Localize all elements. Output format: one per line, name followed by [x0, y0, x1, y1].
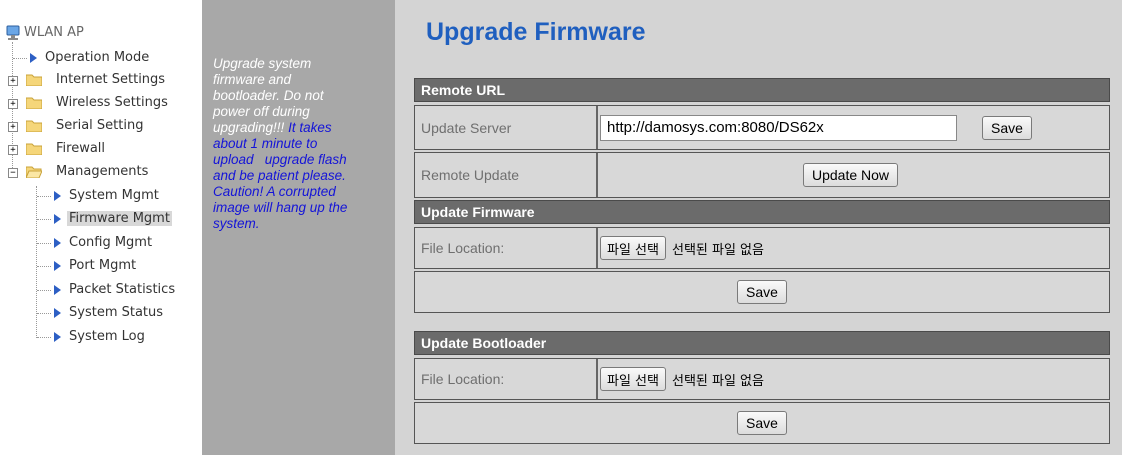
firmware-save-row: Save — [414, 271, 1110, 313]
sidebar-item-managements[interactable]: Managements — [54, 162, 150, 182]
page-arrow-icon — [54, 214, 61, 224]
tree-root-wlan-ap[interactable]: WLAN AP — [22, 23, 86, 43]
network-computer-icon — [6, 25, 20, 40]
bootloader-no-file-text: 선택된 파일 없음 — [671, 373, 764, 389]
help-line: firmware and — [213, 72, 292, 87]
folder-icon — [26, 97, 42, 109]
tree-connector — [37, 266, 51, 267]
update-firmware-header: Update Firmware — [414, 200, 1110, 224]
folder-open-icon — [26, 166, 42, 178]
update-server-input[interactable] — [600, 114, 957, 141]
tree-connector — [36, 186, 37, 338]
tree-connector — [37, 219, 51, 220]
firmware-file-row: File Location: 파일 선택 선택된 파일 없음 — [414, 227, 1110, 269]
save-server-button[interactable]: Save — [982, 115, 1032, 140]
sidebar-item-wireless-settings[interactable]: Wireless Settings — [54, 93, 170, 113]
help-line: Upgrade system — [213, 56, 312, 71]
help-panel: Upgrade system firmware and bootloader. … — [202, 0, 395, 455]
remote-update-controls: Update Now — [592, 153, 1109, 197]
remote-update-row: Remote Update Update Now — [414, 152, 1110, 198]
help-text: Upgrade system firmware and bootloader. … — [213, 56, 393, 232]
bootloader-file-controls: 파일 선택 선택된 파일 없음 — [592, 359, 1109, 399]
help-line: Caution! A corrupted — [213, 184, 336, 199]
tree-connector — [13, 58, 27, 59]
remote-update-label: Remote Update — [415, 153, 598, 197]
folder-icon — [26, 74, 42, 86]
tree-connector — [37, 196, 51, 197]
update-now-button[interactable]: Update Now — [802, 163, 899, 187]
navigation-tree: WLAN AP Operation Mode + Internet Settin… — [0, 0, 202, 455]
sidebar-item-system-log[interactable]: System Log — [67, 327, 147, 347]
page-arrow-icon — [54, 308, 61, 318]
help-line: image will hang up the — [213, 200, 348, 215]
bootloader-save-button[interactable]: Save — [737, 411, 787, 435]
firmware-file-controls: 파일 선택 선택된 파일 없음 — [592, 228, 1109, 268]
sidebar-item-firewall[interactable]: Firewall — [54, 139, 107, 159]
sidebar-item-system-mgmt[interactable]: System Mgmt — [67, 186, 161, 206]
page-arrow-icon — [54, 285, 61, 295]
help-line: upload upgrade flash — [213, 152, 347, 167]
help-line: about 1 minute to — [213, 136, 318, 151]
page-arrow-icon — [54, 191, 61, 201]
bootloader-save-row: Save — [414, 402, 1110, 444]
collapse-minus-icon[interactable]: − — [8, 168, 18, 178]
folder-icon — [26, 143, 42, 155]
sidebar-item-internet-settings[interactable]: Internet Settings — [54, 70, 167, 90]
expand-plus-icon[interactable]: + — [8, 99, 18, 109]
remote-url-header: Remote URL — [414, 78, 1110, 102]
bootloader-file-row: File Location: 파일 선택 선택된 파일 없음 — [414, 358, 1110, 400]
sidebar-item-serial-setting[interactable]: Serial Setting — [54, 116, 145, 136]
help-line: system. — [213, 216, 260, 231]
firmware-save-button[interactable]: Save — [737, 280, 787, 304]
help-line: bootloader. Do not — [213, 88, 324, 103]
firmware-choose-file-button[interactable]: 파일 선택 — [600, 236, 666, 260]
sidebar-item-config-mgmt[interactable]: Config Mgmt — [67, 233, 154, 253]
tree-connector — [37, 337, 51, 338]
sidebar-item-packet-statistics[interactable]: Packet Statistics — [67, 280, 177, 300]
page-arrow-icon — [54, 332, 61, 342]
page-arrow-icon — [54, 261, 61, 271]
expand-plus-icon[interactable]: + — [8, 145, 18, 155]
page-arrow-icon — [30, 53, 37, 63]
folder-icon — [26, 120, 42, 132]
tree-connector — [12, 42, 13, 176]
sidebar-item-system-status[interactable]: System Status — [67, 303, 165, 323]
sidebar-item-firmware-mgmt[interactable]: Firmware Mgmt — [67, 209, 172, 229]
update-server-label: Update Server — [415, 106, 598, 149]
update-bootloader-header: Update Bootloader — [414, 331, 1110, 355]
main-content: Upgrade Firmware Remote URL Update Serve… — [395, 0, 1122, 455]
bootloader-choose-file-button[interactable]: 파일 선택 — [600, 367, 666, 391]
sidebar-item-port-mgmt[interactable]: Port Mgmt — [67, 256, 138, 276]
help-line: upgrading!!! It takes — [213, 120, 393, 136]
page-title: Upgrade Firmware — [426, 18, 646, 46]
bootloader-file-location-label: File Location: — [415, 359, 598, 399]
help-line: power off during — [213, 104, 310, 119]
expand-plus-icon[interactable]: + — [8, 76, 18, 86]
help-note-text: It takes — [288, 120, 332, 135]
help-line: and be patient please. — [213, 168, 346, 183]
tree-connector — [37, 313, 51, 314]
sidebar-item-operation-mode[interactable]: Operation Mode — [43, 48, 151, 68]
update-server-controls: Save — [592, 106, 1109, 149]
expand-plus-icon[interactable]: + — [8, 122, 18, 132]
update-server-row: Update Server Save — [414, 105, 1110, 150]
firmware-file-location-label: File Location: — [415, 228, 598, 268]
help-warning-text: upgrading!!! — [213, 120, 289, 135]
firmware-no-file-text: 선택된 파일 없음 — [671, 242, 764, 258]
tree-connector — [37, 243, 51, 244]
page-arrow-icon — [54, 238, 61, 248]
tree-connector — [37, 290, 51, 291]
